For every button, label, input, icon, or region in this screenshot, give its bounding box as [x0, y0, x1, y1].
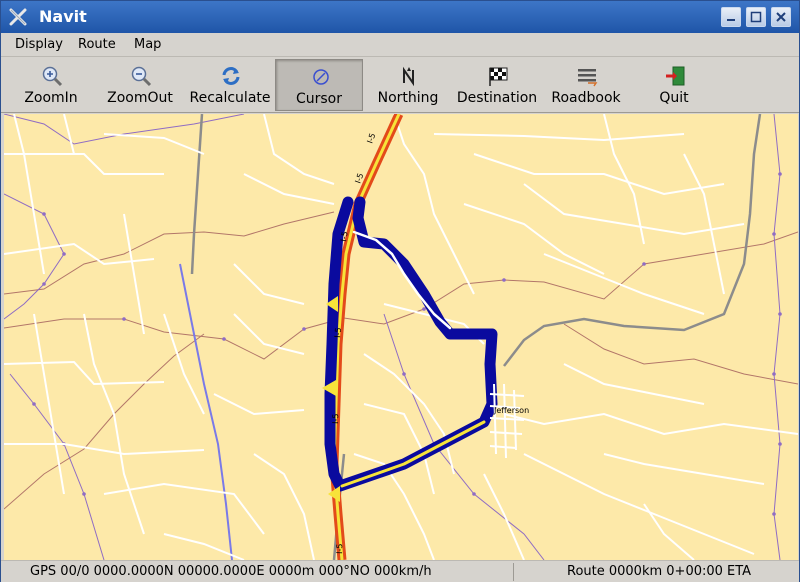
recalculate-button[interactable]: Recalculate	[186, 59, 274, 111]
northing-label: Northing	[377, 90, 439, 106]
map-view[interactable]: I-5 I-5 I-5 I-5 I-5 I-5 Jefferson	[4, 114, 798, 560]
quit-label: Quit	[659, 90, 689, 106]
roadbook-button[interactable]: Roadbook	[542, 59, 630, 111]
menu-bar: Display Route Map	[1, 33, 799, 57]
toolbar: ZoomIn ZoomOut Recalculate Cursor Northi…	[1, 58, 799, 113]
status-divider	[513, 563, 514, 581]
maximize-icon	[750, 11, 762, 23]
quit-button[interactable]: Quit	[630, 59, 718, 111]
gps-status: GPS 00/0 0000.0000N 00000.0000E 0000m 00…	[30, 564, 432, 579]
refresh-icon	[222, 67, 240, 85]
zoom-in-icon	[42, 66, 63, 87]
destination-button[interactable]: Destination	[453, 59, 541, 111]
list-icon	[578, 69, 598, 87]
status-bar: GPS 00/0 0000.0000N 00000.0000E 0000m 00…	[1, 560, 799, 582]
navit-x-icon	[9, 8, 27, 26]
close-icon	[776, 12, 786, 22]
window-title: Navit	[39, 7, 87, 26]
menu-route[interactable]: Route	[78, 37, 116, 52]
zoom-out-icon	[131, 66, 152, 87]
svg-text:I-5: I-5	[339, 231, 350, 243]
checkered-flag-icon	[489, 67, 508, 86]
map-canvas[interactable]: I-5 I-5 I-5 I-5 I-5 I-5	[4, 114, 798, 560]
zoom-in-button[interactable]: ZoomIn	[7, 59, 95, 111]
city-label-jefferson: Jefferson	[494, 406, 530, 415]
svg-text:I-5: I-5	[333, 327, 343, 338]
north-icon	[403, 66, 414, 87]
destination-label: Destination	[456, 90, 538, 106]
zoom-out-label: ZoomOut	[107, 90, 173, 106]
minimize-button[interactable]	[721, 7, 741, 27]
menu-display[interactable]: Display	[15, 37, 63, 52]
exit-door-icon	[666, 66, 685, 86]
northing-button[interactable]: Northing	[364, 59, 452, 111]
maximize-button[interactable]	[746, 7, 766, 27]
menu-map[interactable]: Map	[134, 37, 161, 52]
title-bar[interactable]: Navit	[1, 1, 799, 33]
close-button[interactable]	[771, 7, 791, 27]
recalculate-label: Recalculate	[189, 90, 271, 106]
zoom-in-label: ZoomIn	[24, 90, 78, 106]
svg-text:I-5: I-5	[335, 543, 344, 554]
zoom-out-button[interactable]: ZoomOut	[96, 59, 184, 111]
minimize-icon	[727, 19, 735, 21]
route-status: Route 0000km 0+00:00 ETA	[567, 564, 752, 579]
svg-text:I-5: I-5	[331, 413, 340, 424]
cursor-icon	[313, 69, 329, 85]
cursor-label: Cursor	[295, 91, 343, 107]
navit-window: Navit Display Route Map ZoomIn ZoomOut R…	[0, 0, 800, 582]
cursor-button[interactable]: Cursor	[275, 59, 363, 111]
roadbook-label: Roadbook	[551, 90, 621, 106]
